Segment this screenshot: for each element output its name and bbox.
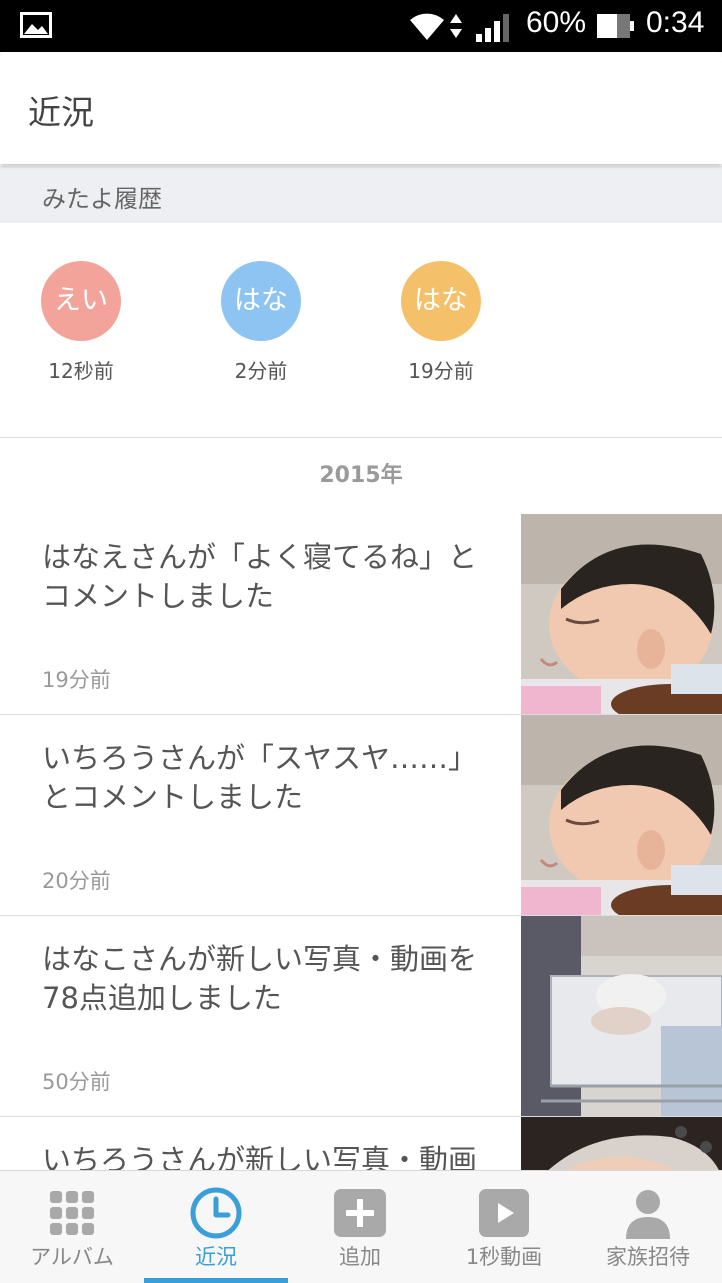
feed-item-time: 20分前 [42,869,111,893]
nav-add[interactable]: 追加 [288,1171,432,1283]
feed-item-text: はなえさんが「よく寝てるね」とコメントしました [42,540,478,613]
status-bar: 60% 0:34 [0,0,722,52]
nav-invite-family-label: 家族招待 [606,1245,690,1269]
newborn-bassinet-photo[interactable] [521,916,722,1116]
viewer-item[interactable]: はな 2分前 [201,261,321,384]
feed-item[interactable]: いちろうさんが「スヤスヤ……」とコメントしました 20分前 [0,715,722,916]
viewer-avatar: えい [41,261,121,341]
nav-activity[interactable]: 近況 [144,1171,288,1283]
data-arrows-icon [450,14,462,38]
sleeping-baby-photo[interactable] [521,715,722,915]
nav-album[interactable]: アルバム [0,1171,144,1283]
viewer-avatar: はな [221,261,301,341]
active-tab-indicator [144,1278,288,1283]
viewer-item[interactable]: えい 12秒前 [21,261,141,384]
viewer-time: 19分前 [408,359,474,383]
nav-activity-label: 近況 [195,1245,237,1269]
activity-feed: はなえさんが「よく寝てるね」とコメントしました 19分前 いちろうさんが「スヤス… [0,514,722,1170]
viewer-avatar: はな [401,261,481,341]
grid-icon [50,1191,94,1235]
nav-one-second-video-label: 1秒動画 [465,1245,543,1269]
play-icon [479,1189,529,1237]
nav-one-second-video[interactable]: 1秒動画 [432,1171,576,1283]
sleeping-baby-photo[interactable] [521,514,722,714]
feed-item-time: 50分前 [42,1070,111,1094]
battery-percent: 60% [526,6,587,39]
signal-icon [476,14,509,42]
viewer-list: えい 12秒前 はな 2分前 はな 19分前 [0,223,722,437]
person-icon [626,1190,670,1239]
viewer-time: 12秒前 [48,359,114,383]
bottom-navigation: アルバム 近況 追加 1秒動画 家族招待 [0,1170,722,1283]
baby-photo[interactable] [521,1117,722,1170]
clock-icon [190,1187,242,1239]
plus-icon [334,1189,386,1237]
viewed-history-header: みたよ履歴 [0,166,722,223]
app-bar: 近況 [0,52,722,164]
viewed-history-title: みたよ履歴 [42,185,162,213]
feed-item-time: 19分前 [42,668,111,692]
battery-icon [597,14,634,38]
status-clock: 0:34 [646,6,705,39]
nav-invite-family[interactable]: 家族招待 [576,1171,720,1283]
wifi-icon [410,13,444,40]
feed-item[interactable]: いちろうさんが新しい写真・動画 [0,1117,722,1170]
nav-add-label: 追加 [339,1245,381,1269]
feed-item[interactable]: はなえさんが「よく寝てるね」とコメントしました 19分前 [0,514,722,715]
viewer-time: 2分前 [234,359,288,383]
year-divider: 2015年 [0,437,722,515]
page-title: 近況 [28,93,94,132]
nav-album-label: アルバム [30,1245,114,1269]
feed-item-text: いちろうさんが「スヤスヤ……」とコメントしました [42,741,478,814]
feed-item[interactable]: はなこさんが新しい写真・動画を78点追加しました 50分前 [0,916,722,1117]
viewer-item[interactable]: はな 19分前 [381,261,501,384]
feed-item-text: いちろうさんが新しい写真・動画 [42,1143,478,1170]
image-icon [20,12,52,38]
feed-item-text: はなこさんが新しい写真・動画を78点追加しました [42,942,478,1015]
